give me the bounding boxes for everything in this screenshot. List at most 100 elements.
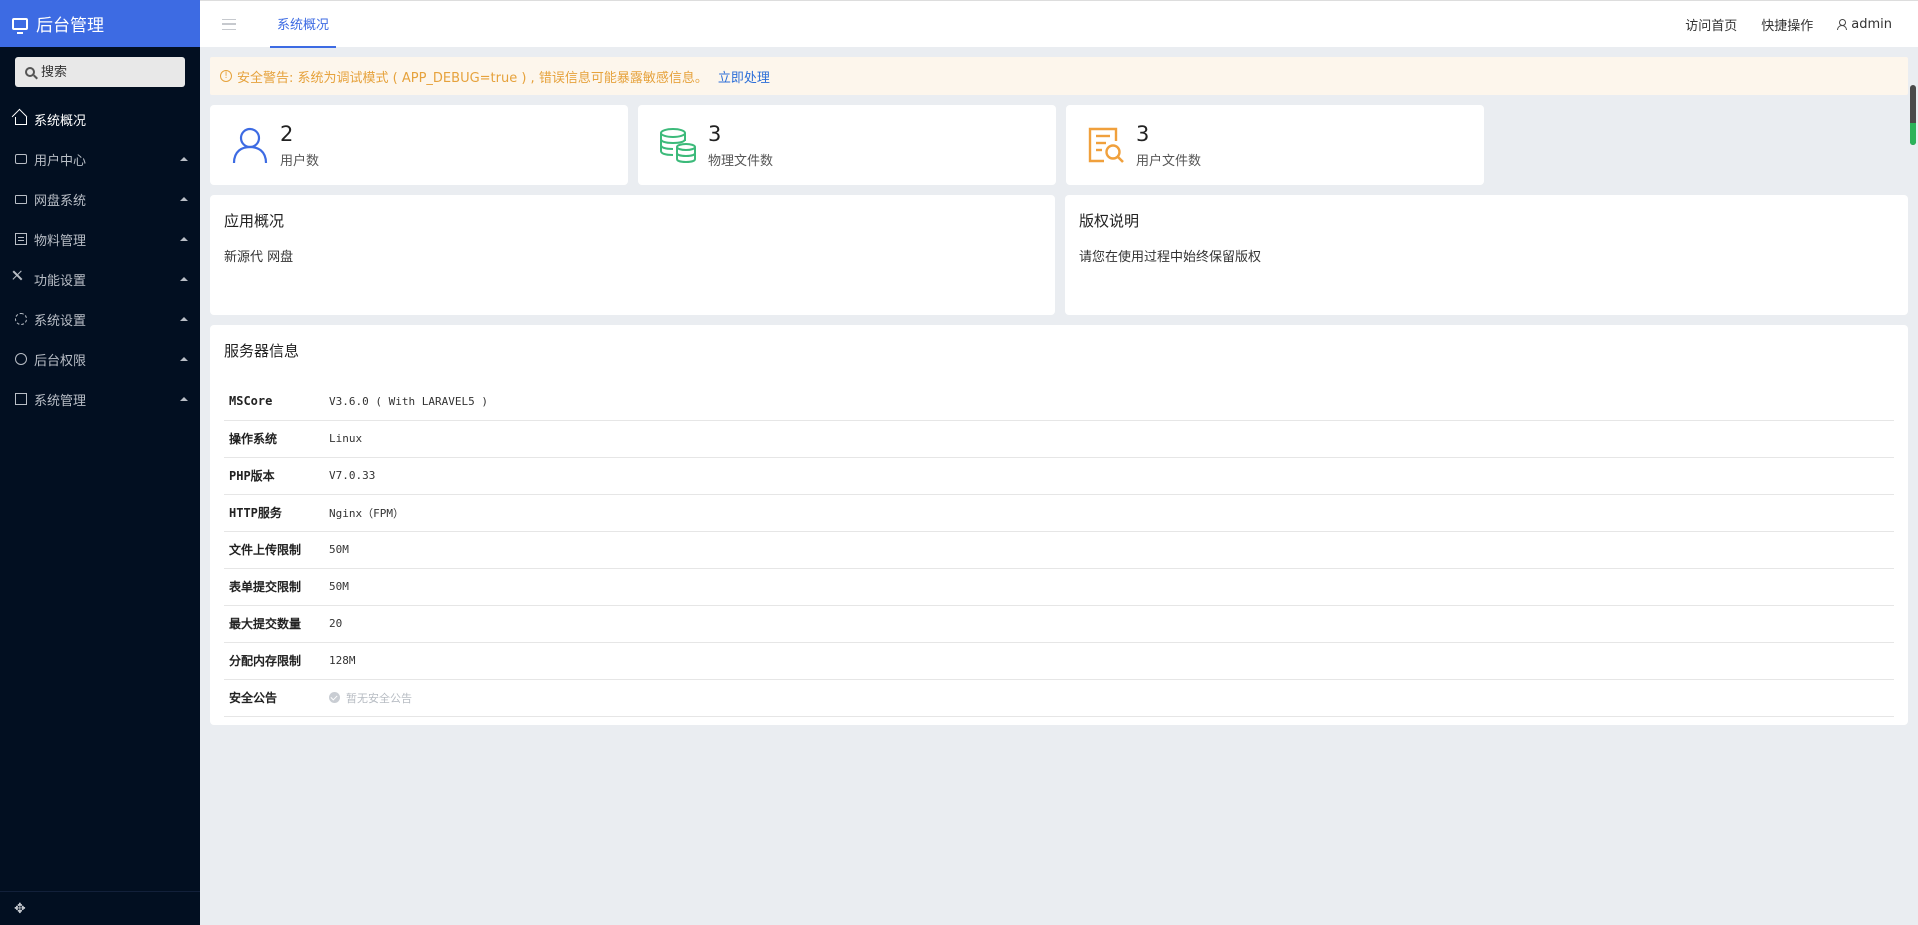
search-input[interactable]: [41, 64, 181, 80]
stat-label: 用户数: [280, 154, 320, 169]
row-key: 最大提交数量: [229, 617, 302, 631]
brand[interactable]: 后台管理: [0, 0, 200, 47]
caret-up-icon: [180, 277, 188, 281]
table-row: 文件上传限制 50M: [224, 531, 1894, 568]
row-key: 分配内存限制: [229, 654, 302, 668]
folder-icon: [15, 194, 27, 204]
table-row: 表单提交限制 50M: [224, 568, 1894, 605]
stat-label: 物理文件数: [708, 154, 774, 169]
row-value: Linux: [329, 432, 363, 445]
row-key: 文件上传限制: [229, 543, 302, 557]
gear-icon: [15, 313, 27, 325]
row-key: MSCore: [229, 394, 273, 409]
username: admin: [1851, 16, 1892, 32]
sidebar-item-label: 功能设置: [34, 273, 87, 289]
caret-up-icon: [180, 317, 188, 321]
sidebar-item-label: 系统概况: [34, 113, 87, 129]
caret-up-icon: [180, 357, 188, 361]
chart-icon: [15, 393, 27, 405]
caret-up-icon: [180, 237, 188, 241]
search-icon: [25, 67, 35, 77]
panel-title: 版权说明: [1079, 212, 1140, 230]
user-icon: [1837, 18, 1848, 30]
quick-actions-link[interactable]: 快捷操作: [1761, 15, 1813, 34]
sidebar: 后台管理 系统概况 用户中心 网盘系统 物料管理 功能设置: [0, 0, 200, 925]
tools-icon: [12, 270, 30, 288]
move-icon[interactable]: ✥: [14, 901, 26, 917]
table-row: 分配内存限制 128M: [224, 642, 1894, 679]
caret-up-icon: [180, 397, 188, 401]
sidebar-item-users[interactable]: 用户中心: [0, 139, 200, 179]
sidebar-item-netdisk[interactable]: 网盘系统: [0, 179, 200, 219]
sidebar-item-features[interactable]: 功能设置: [0, 259, 200, 299]
panel-text: 新源代 网盘: [224, 250, 294, 265]
row-key: 表单提交限制: [229, 580, 302, 594]
row-key: HTTP服务: [229, 506, 282, 520]
search-box[interactable]: [15, 57, 185, 87]
user-circle-icon: [15, 353, 27, 365]
tab-overview[interactable]: 系统概况: [270, 1, 337, 48]
users-icon: [15, 154, 27, 164]
user-icon: [232, 127, 268, 164]
main-content: ! 安全警告: 系统为调试模式 ( APP_DEBUG=true ) , 错误信…: [210, 57, 1908, 725]
row-value: Nginx（FPM）: [329, 506, 404, 520]
panel-title: 应用概况: [224, 212, 285, 230]
stat-label: 用户文件数: [1136, 154, 1202, 169]
stat-value: 3: [1136, 122, 1150, 146]
top-header: 系统概况 访问首页 快捷操作 admin: [200, 0, 1918, 48]
row-value: 50M: [329, 580, 349, 593]
security-notice-text: 暂无安全公告: [346, 691, 412, 705]
table-row: 最大提交数量 20: [224, 605, 1894, 642]
sidebar-item-label: 后台权限: [34, 353, 87, 369]
sidebar-nav: 系统概况 用户中心 网盘系统 物料管理 功能设置 系统设置 后台权限 系统管理: [0, 99, 200, 419]
row-value: 20: [329, 617, 343, 630]
row-value: V3.6.0 ( With LARAVEL5 ): [329, 394, 488, 408]
sidebar-item-label: 物料管理: [34, 233, 87, 249]
header-actions: 访问首页 快捷操作 admin: [1661, 15, 1918, 34]
sidebar-item-system[interactable]: 系统管理: [0, 379, 200, 419]
table-row: HTTP服务 Nginx（FPM）: [224, 494, 1894, 531]
list-icon: [15, 233, 27, 245]
table-row: PHP版本 V7.0.33: [224, 457, 1894, 494]
home-icon: [15, 117, 27, 125]
sidebar-item-overview[interactable]: 系统概况: [0, 99, 200, 139]
stat-value: 2: [280, 122, 294, 146]
server-info-table: MSCore V3.6.0 ( With LARAVEL5 ) 操作系统 Linux…: [224, 383, 1894, 717]
caret-up-icon: [180, 197, 188, 201]
monitor-icon: [12, 17, 28, 34]
row-value: V7.0.33: [329, 469, 376, 482]
document-search-icon: [1088, 127, 1124, 163]
sidebar-footer: ✥: [0, 891, 200, 925]
alert-text: 安全警告: 系统为调试模式 ( APP_DEBUG=true ) , 错误信息可…: [237, 70, 708, 86]
sidebar-item-label: 用户中心: [34, 153, 87, 169]
handle-now-link[interactable]: 立即处理: [718, 67, 770, 86]
row-key: 安全公告: [229, 691, 278, 705]
sidebar-item-materials[interactable]: 物料管理: [0, 219, 200, 259]
page-scrollbar[interactable]: [1910, 85, 1916, 145]
brand-title: 后台管理: [36, 16, 104, 36]
sidebar-item-permissions[interactable]: 后台权限: [0, 339, 200, 379]
info-panels: 应用概况 新源代 网盘 版权说明 请您在使用过程中始终保留版权: [210, 195, 1908, 315]
stats-row: 2 用户数 3 物理文件数 3 用户文件数: [210, 105, 1908, 185]
server-info-panel: 服务器信息 MSCore V3.6.0 ( With LARAVEL5 ) 操作系…: [210, 325, 1908, 725]
security-alert: ! 安全警告: 系统为调试模式 ( APP_DEBUG=true ) , 错误信…: [210, 57, 1908, 95]
caret-up-icon: [180, 157, 188, 161]
stat-card-users: 2 用户数: [210, 105, 628, 185]
table-row: MSCore V3.6.0 ( With LARAVEL5 ): [224, 383, 1894, 420]
menu-toggle-icon[interactable]: [222, 18, 236, 30]
user-menu[interactable]: admin: [1837, 17, 1892, 32]
sidebar-item-settings[interactable]: 系统设置: [0, 299, 200, 339]
sidebar-item-label: 系统设置: [34, 313, 87, 329]
stat-card-physical-files: 3 物理文件数: [638, 105, 1056, 185]
row-value: 50M: [329, 543, 349, 556]
stat-value: 3: [708, 122, 722, 146]
database-icon: [660, 128, 696, 164]
check-circle-icon: [329, 691, 340, 703]
table-row: 安全公告 暂无安全公告: [224, 679, 1894, 716]
row-value: 128M: [329, 654, 356, 667]
row-value: 暂无安全公告: [324, 679, 1894, 716]
warning-icon: !: [220, 70, 232, 82]
visit-home-link[interactable]: 访问首页: [1685, 15, 1737, 34]
app-overview-panel: 应用概况 新源代 网盘: [210, 195, 1055, 315]
sidebar-item-label: 网盘系统: [34, 193, 87, 209]
